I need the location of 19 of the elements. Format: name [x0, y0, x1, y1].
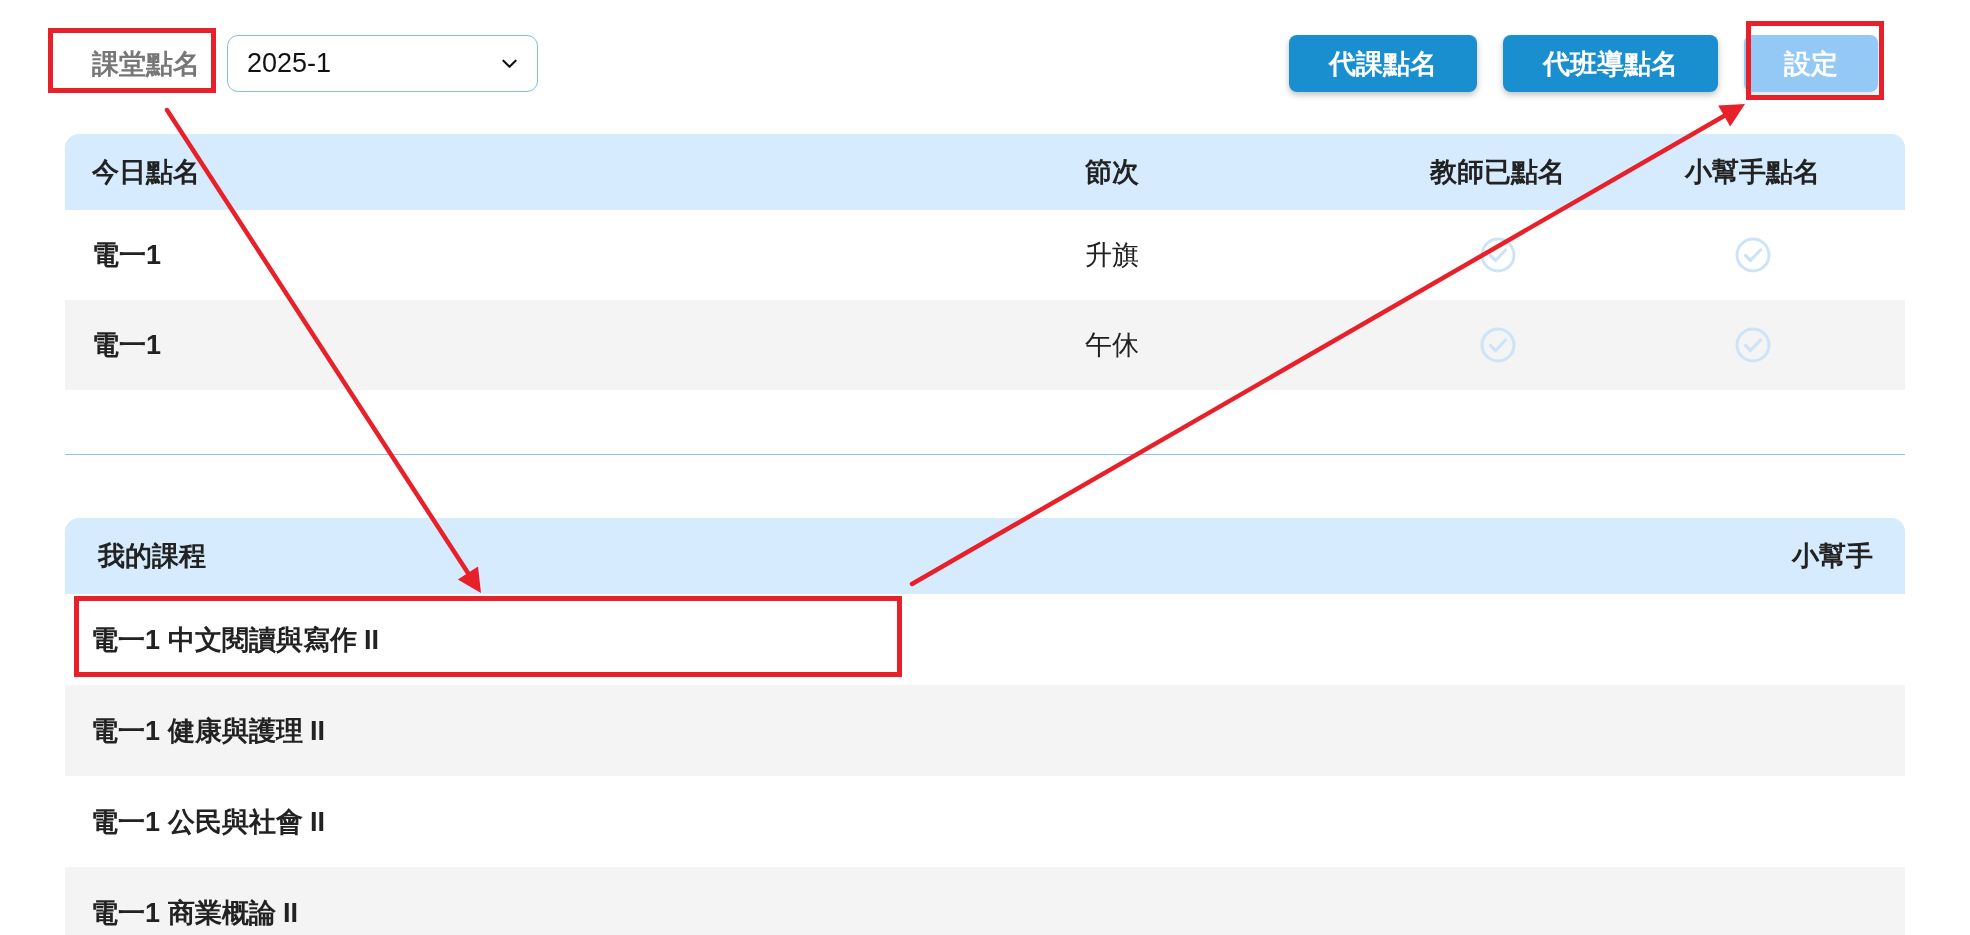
course-name[interactable]: 電一1 健康與護理 II	[91, 712, 326, 749]
column-header: 我的課程	[98, 540, 206, 573]
course-name[interactable]: 電一1 中文閱讀與寫作 II	[91, 621, 380, 658]
page-title: 課堂點名	[92, 47, 200, 80]
column-header: 小幫手	[1792, 540, 1873, 573]
table-cell-text: 電一1	[92, 329, 162, 362]
chevron-down-icon	[502, 58, 517, 69]
column-header: 節次	[1085, 156, 1139, 189]
toolbar-button[interactable]: 代課點名	[1289, 35, 1477, 92]
column-header: 小幫手點名	[1685, 156, 1820, 189]
course-name[interactable]: 電一1 商業概論 II	[91, 894, 299, 931]
table-cell-text: 午休	[1085, 329, 1139, 362]
column-header: 教師已點名	[1430, 156, 1565, 189]
course-name[interactable]: 電一1 公民與社會 II	[91, 803, 326, 840]
toolbar-button[interactable]: 代班導點名	[1503, 35, 1718, 92]
column-header: 今日點名	[92, 156, 200, 189]
table-cell-text: 電一1	[92, 239, 162, 272]
table-cell-text: 升旗	[1085, 239, 1139, 272]
term-select[interactable]: 2025-1	[227, 35, 538, 92]
